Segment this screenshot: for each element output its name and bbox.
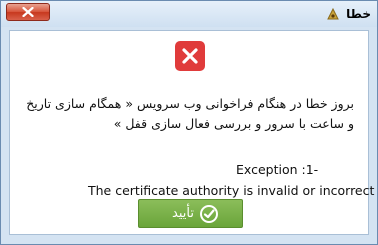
error-message: بروز خطا در هنگام فراخوانی وب سرویس « هم… (24, 94, 354, 134)
error-x-icon (175, 41, 205, 71)
close-icon (22, 7, 34, 17)
error-message-line: بروز خطا در هنگام فراخوانی وب سرویس « هم… (26, 96, 354, 111)
error-message-line: و ساعت با سرور و بررسی فعال سازی قفل » (113, 116, 354, 131)
app-logo-icon (327, 7, 339, 20)
title-bar[interactable]: خطا (1, 1, 377, 27)
confirm-button[interactable]: تأیید (138, 199, 243, 228)
exception-detail: The certificate authority is invalid or … (88, 183, 375, 198)
window-title: خطا (346, 7, 371, 21)
dialog-content: بروز خطا در هنگام فراخوانی وب سرویس « هم… (9, 30, 374, 235)
check-circle-icon (200, 205, 218, 223)
exception-label: Exception :1- (236, 162, 319, 177)
error-dialog-window: خطا بروز خطا در هنگام فراخوانی وب سرویس … (0, 0, 378, 245)
close-button[interactable] (6, 3, 50, 21)
confirm-button-label: تأیید (172, 206, 194, 221)
